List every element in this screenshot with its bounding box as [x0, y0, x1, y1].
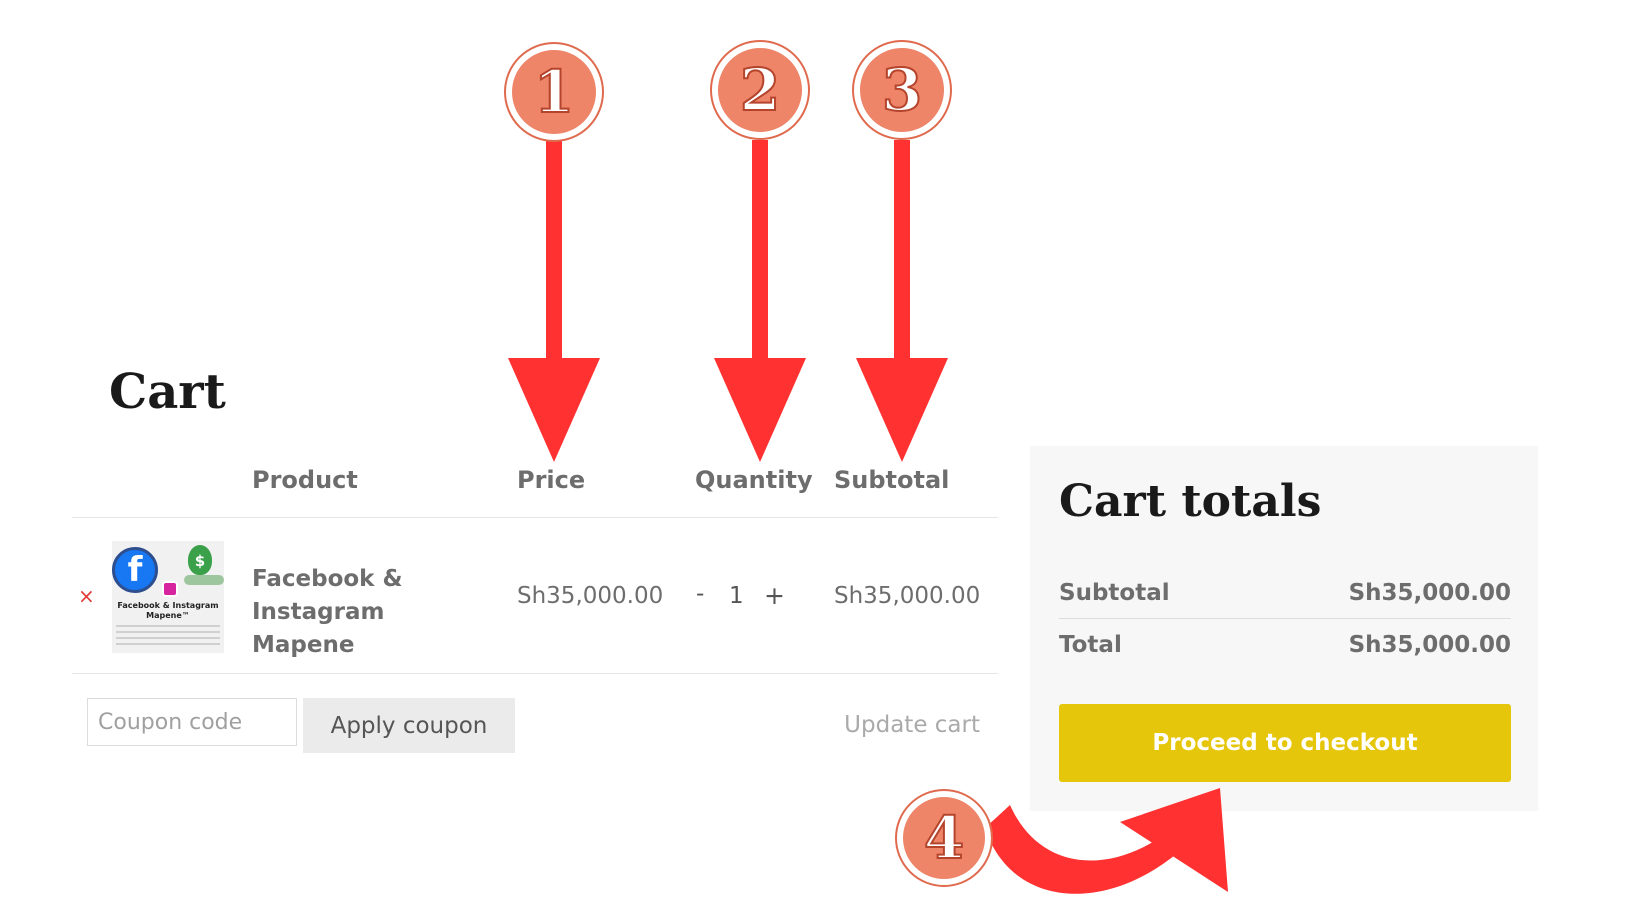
arrow-2: [714, 140, 806, 462]
column-header-quantity: Quantity: [695, 466, 813, 494]
remove-item-icon[interactable]: ×: [78, 586, 95, 606]
marker-1: 1: [504, 42, 604, 142]
coupon-code-input[interactable]: [87, 698, 297, 746]
cart-totals-panel: Cart totals Subtotal Sh35,000.00 Total S…: [1030, 446, 1538, 811]
arrow-1: [508, 140, 600, 462]
quantity-decrement-button[interactable]: -: [696, 581, 704, 607]
marker-4: 4: [895, 789, 993, 887]
marker-3: 3: [852, 40, 952, 140]
column-header-product: Product: [252, 466, 358, 494]
hand-icon: [184, 575, 224, 585]
totals-subtotal-label: Subtotal: [1059, 580, 1170, 606]
item-price: Sh35,000.00: [517, 583, 664, 609]
cart-totals-title: Cart totals: [1059, 476, 1322, 527]
apply-coupon-button[interactable]: Apply coupon: [303, 698, 515, 753]
row-divider: [72, 673, 998, 674]
marker-2-label: 2: [740, 56, 780, 124]
money-bag-icon: $: [188, 545, 212, 575]
update-cart-button[interactable]: Update cart: [800, 705, 980, 745]
facebook-icon: f: [112, 547, 158, 593]
marker-2: 2: [710, 40, 810, 140]
item-subtotal: Sh35,000.00: [834, 583, 981, 609]
quantity-increment-button[interactable]: +: [764, 581, 785, 610]
instagram-icon: [162, 581, 178, 597]
totals-total-label: Total: [1059, 632, 1122, 658]
column-header-price: Price: [517, 466, 586, 494]
thumbnail-fine-print: [116, 625, 220, 647]
totals-divider: [1059, 618, 1511, 619]
proceed-to-checkout-button[interactable]: Proceed to checkout: [1059, 704, 1511, 782]
totals-subtotal-row: Subtotal Sh35,000.00: [1059, 580, 1511, 606]
product-name-link[interactable]: Facebook & Instagram Mapene: [252, 563, 492, 662]
totals-total-value: Sh35,000.00: [1348, 632, 1511, 658]
arrow-3: [856, 140, 948, 462]
header-divider: [72, 517, 998, 518]
product-thumbnail[interactable]: f $ Facebook & Instagram Mapene™: [112, 541, 224, 653]
thumbnail-caption: Facebook & Instagram Mapene™: [117, 601, 219, 620]
totals-subtotal-value: Sh35,000.00: [1348, 580, 1511, 606]
marker-4-label: 4: [924, 804, 964, 872]
marker-1-label: 1: [534, 58, 574, 126]
marker-3-label: 3: [882, 56, 922, 124]
page-title: Cart: [109, 364, 226, 420]
column-header-subtotal: Subtotal: [834, 466, 950, 494]
totals-total-row: Total Sh35,000.00: [1059, 632, 1511, 658]
quantity-value[interactable]: 1: [729, 583, 744, 609]
